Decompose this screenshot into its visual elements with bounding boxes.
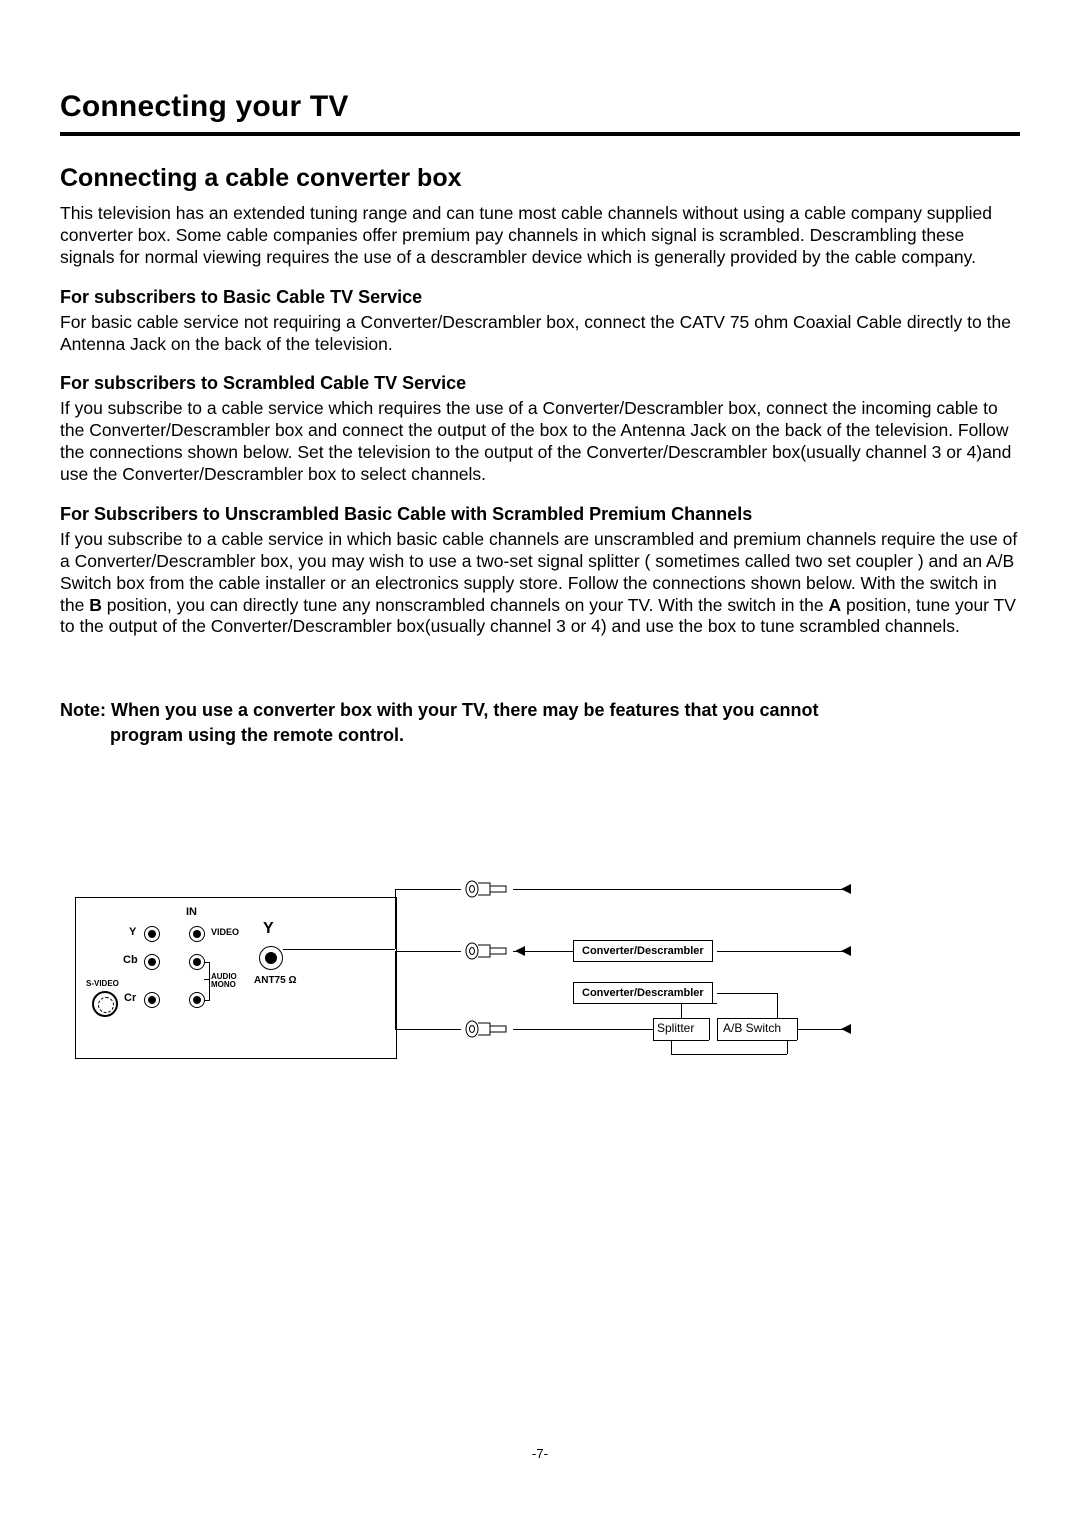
coax-plug-icon: [465, 942, 513, 960]
heading-scrambled: For subscribers to Scrambled Cable TV Se…: [60, 373, 1020, 394]
connection-diagram: IN Y Cb Cr VIDEO AUDIO MONO S-VIDEO ANT7…: [75, 880, 975, 1130]
jack-video: [189, 926, 205, 942]
wire: [681, 1003, 682, 1018]
wire: [717, 951, 851, 952]
tv-label-ant: ANT75 Ω: [254, 975, 296, 986]
section-subtitle: Connecting a cable converter box: [60, 164, 1020, 193]
wire: [717, 993, 777, 994]
splitter-outline: [653, 1018, 709, 1019]
page-number: -7-: [0, 1446, 1080, 1461]
audio-bracket2: [209, 962, 210, 1000]
body-basic: For basic cable service not requiring a …: [60, 312, 1020, 356]
heading-basic: For subscribers to Basic Cable TV Servic…: [60, 287, 1020, 308]
splitter-label: Splitter: [657, 1021, 694, 1035]
page-title: Connecting your TV: [60, 90, 1020, 124]
audio-bracket4: [204, 1000, 210, 1001]
note-line2: program using the remote control.: [60, 723, 1020, 747]
abswitch-outline: [717, 1018, 718, 1040]
arrow-icon: [841, 1024, 851, 1034]
converter-box-2: Converter/Descrambler: [573, 982, 713, 1004]
wire: [671, 1040, 672, 1054]
arrow-icon: [841, 884, 851, 894]
arrow-icon: [841, 946, 851, 956]
note-line1: Note: When you use a converter box with …: [60, 698, 1020, 722]
wire: [395, 889, 461, 890]
coax-plug-icon: [465, 1020, 513, 1038]
splitter-outline: [709, 1018, 710, 1040]
antenna-icon: Y: [263, 920, 274, 938]
wire: [681, 1003, 717, 1004]
jack-svideo: [92, 991, 118, 1017]
tv-label-cb: Cb: [123, 954, 138, 966]
converter-box-1: Converter/Descrambler: [573, 940, 713, 962]
tv-label-y: Y: [129, 926, 136, 938]
wire: [283, 949, 395, 950]
coax-plug-icon: [465, 880, 513, 898]
wire: [395, 951, 461, 952]
jack-y: [144, 926, 160, 942]
tv-label-in: IN: [186, 906, 197, 918]
wire: [787, 1040, 788, 1054]
body-unscrambled-mid: position, you can directly tune any nons…: [102, 595, 829, 615]
bold-b: B: [89, 595, 102, 615]
bold-a: A: [829, 595, 842, 615]
tv-label-audio: AUDIO MONO: [211, 973, 237, 989]
wire: [513, 1029, 653, 1030]
wire: [777, 993, 778, 1018]
heading-unscrambled: For Subscribers to Unscrambled Basic Cab…: [60, 504, 1020, 525]
jack-audio2: [189, 992, 205, 1008]
jack-cr: [144, 992, 160, 1008]
title-rule: [60, 132, 1020, 136]
audio-bracket3: [204, 962, 210, 963]
manual-page: Connecting your TV Connecting a cable co…: [0, 0, 1080, 1525]
body-scrambled: If you subscribe to a cable service whic…: [60, 398, 1020, 486]
abswitch-label: A/B Switch: [723, 1021, 781, 1035]
abswitch-outline: [717, 1040, 797, 1041]
body-unscrambled: If you subscribe to a cable service in w…: [60, 529, 1020, 638]
arrow-icon: [515, 946, 525, 956]
tv-back-panel: IN Y Cb Cr VIDEO AUDIO MONO S-VIDEO ANT7…: [75, 897, 397, 1059]
wire: [395, 1029, 461, 1030]
note-text: Note: When you use a converter box with …: [60, 698, 1020, 747]
wire: [671, 1054, 787, 1055]
jack-cb: [144, 954, 160, 970]
tv-label-svideo: S-VIDEO: [86, 979, 119, 988]
wire: [395, 951, 396, 1029]
wire: [513, 889, 851, 890]
splitter-outline: [653, 1040, 709, 1041]
intro-paragraph: This television has an extended tuning r…: [60, 203, 1020, 269]
wire: [395, 889, 396, 949]
jack-audio1: [189, 954, 205, 970]
tv-label-cr: Cr: [124, 992, 136, 1004]
abswitch-outline: [717, 1018, 797, 1019]
jack-ant75: [259, 946, 283, 970]
splitter-outline: [653, 1018, 654, 1040]
tv-label-video: VIDEO: [211, 927, 239, 937]
